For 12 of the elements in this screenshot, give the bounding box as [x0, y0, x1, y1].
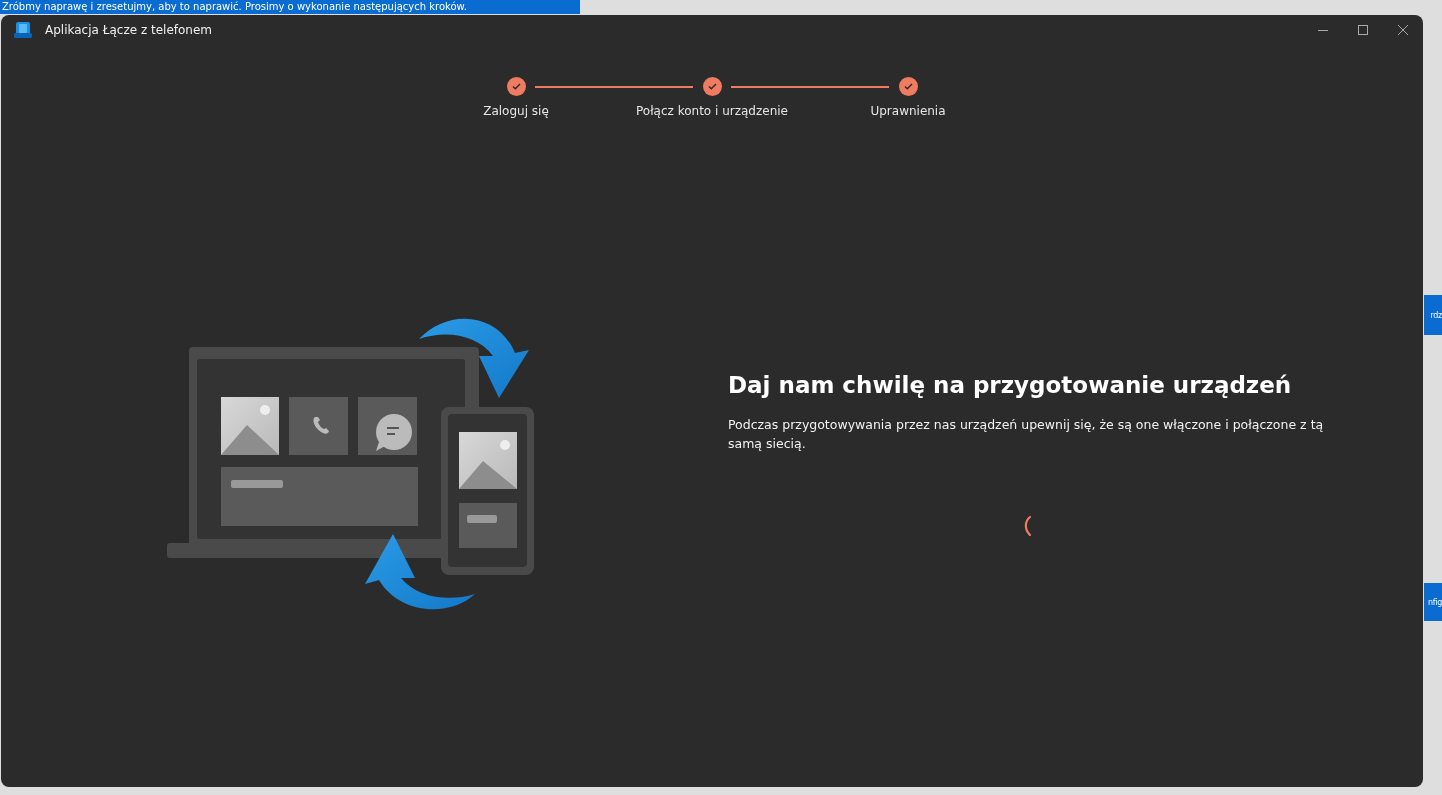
- step-label: Połącz konto i urządzenie: [636, 104, 788, 118]
- step-label: Zaloguj się: [483, 104, 549, 118]
- background-button[interactable]: rdz: [1424, 295, 1442, 335]
- step-label: Uprawnienia: [870, 104, 946, 118]
- close-icon: [1398, 25, 1408, 35]
- maximize-icon: [1358, 25, 1368, 35]
- app-logo-icon: [13, 21, 33, 39]
- heading: Daj nam chwilę na przygotowanie urządzeń: [728, 371, 1292, 400]
- window-title: Aplikacja Łącze z telefonem: [45, 23, 213, 37]
- description-text: Podczas przygotowywania przez nas urządzeń upewnij się, że są one włączone i połączone z tą samą siecią.: [728, 416, 1325, 453]
- banner-text: Zróbmy naprawę i zresetujmy, aby to naprawić. Prosimy o wykonanie następujących kroków.: [0, 0, 580, 14]
- background-button[interactable]: nfig: [1424, 583, 1442, 621]
